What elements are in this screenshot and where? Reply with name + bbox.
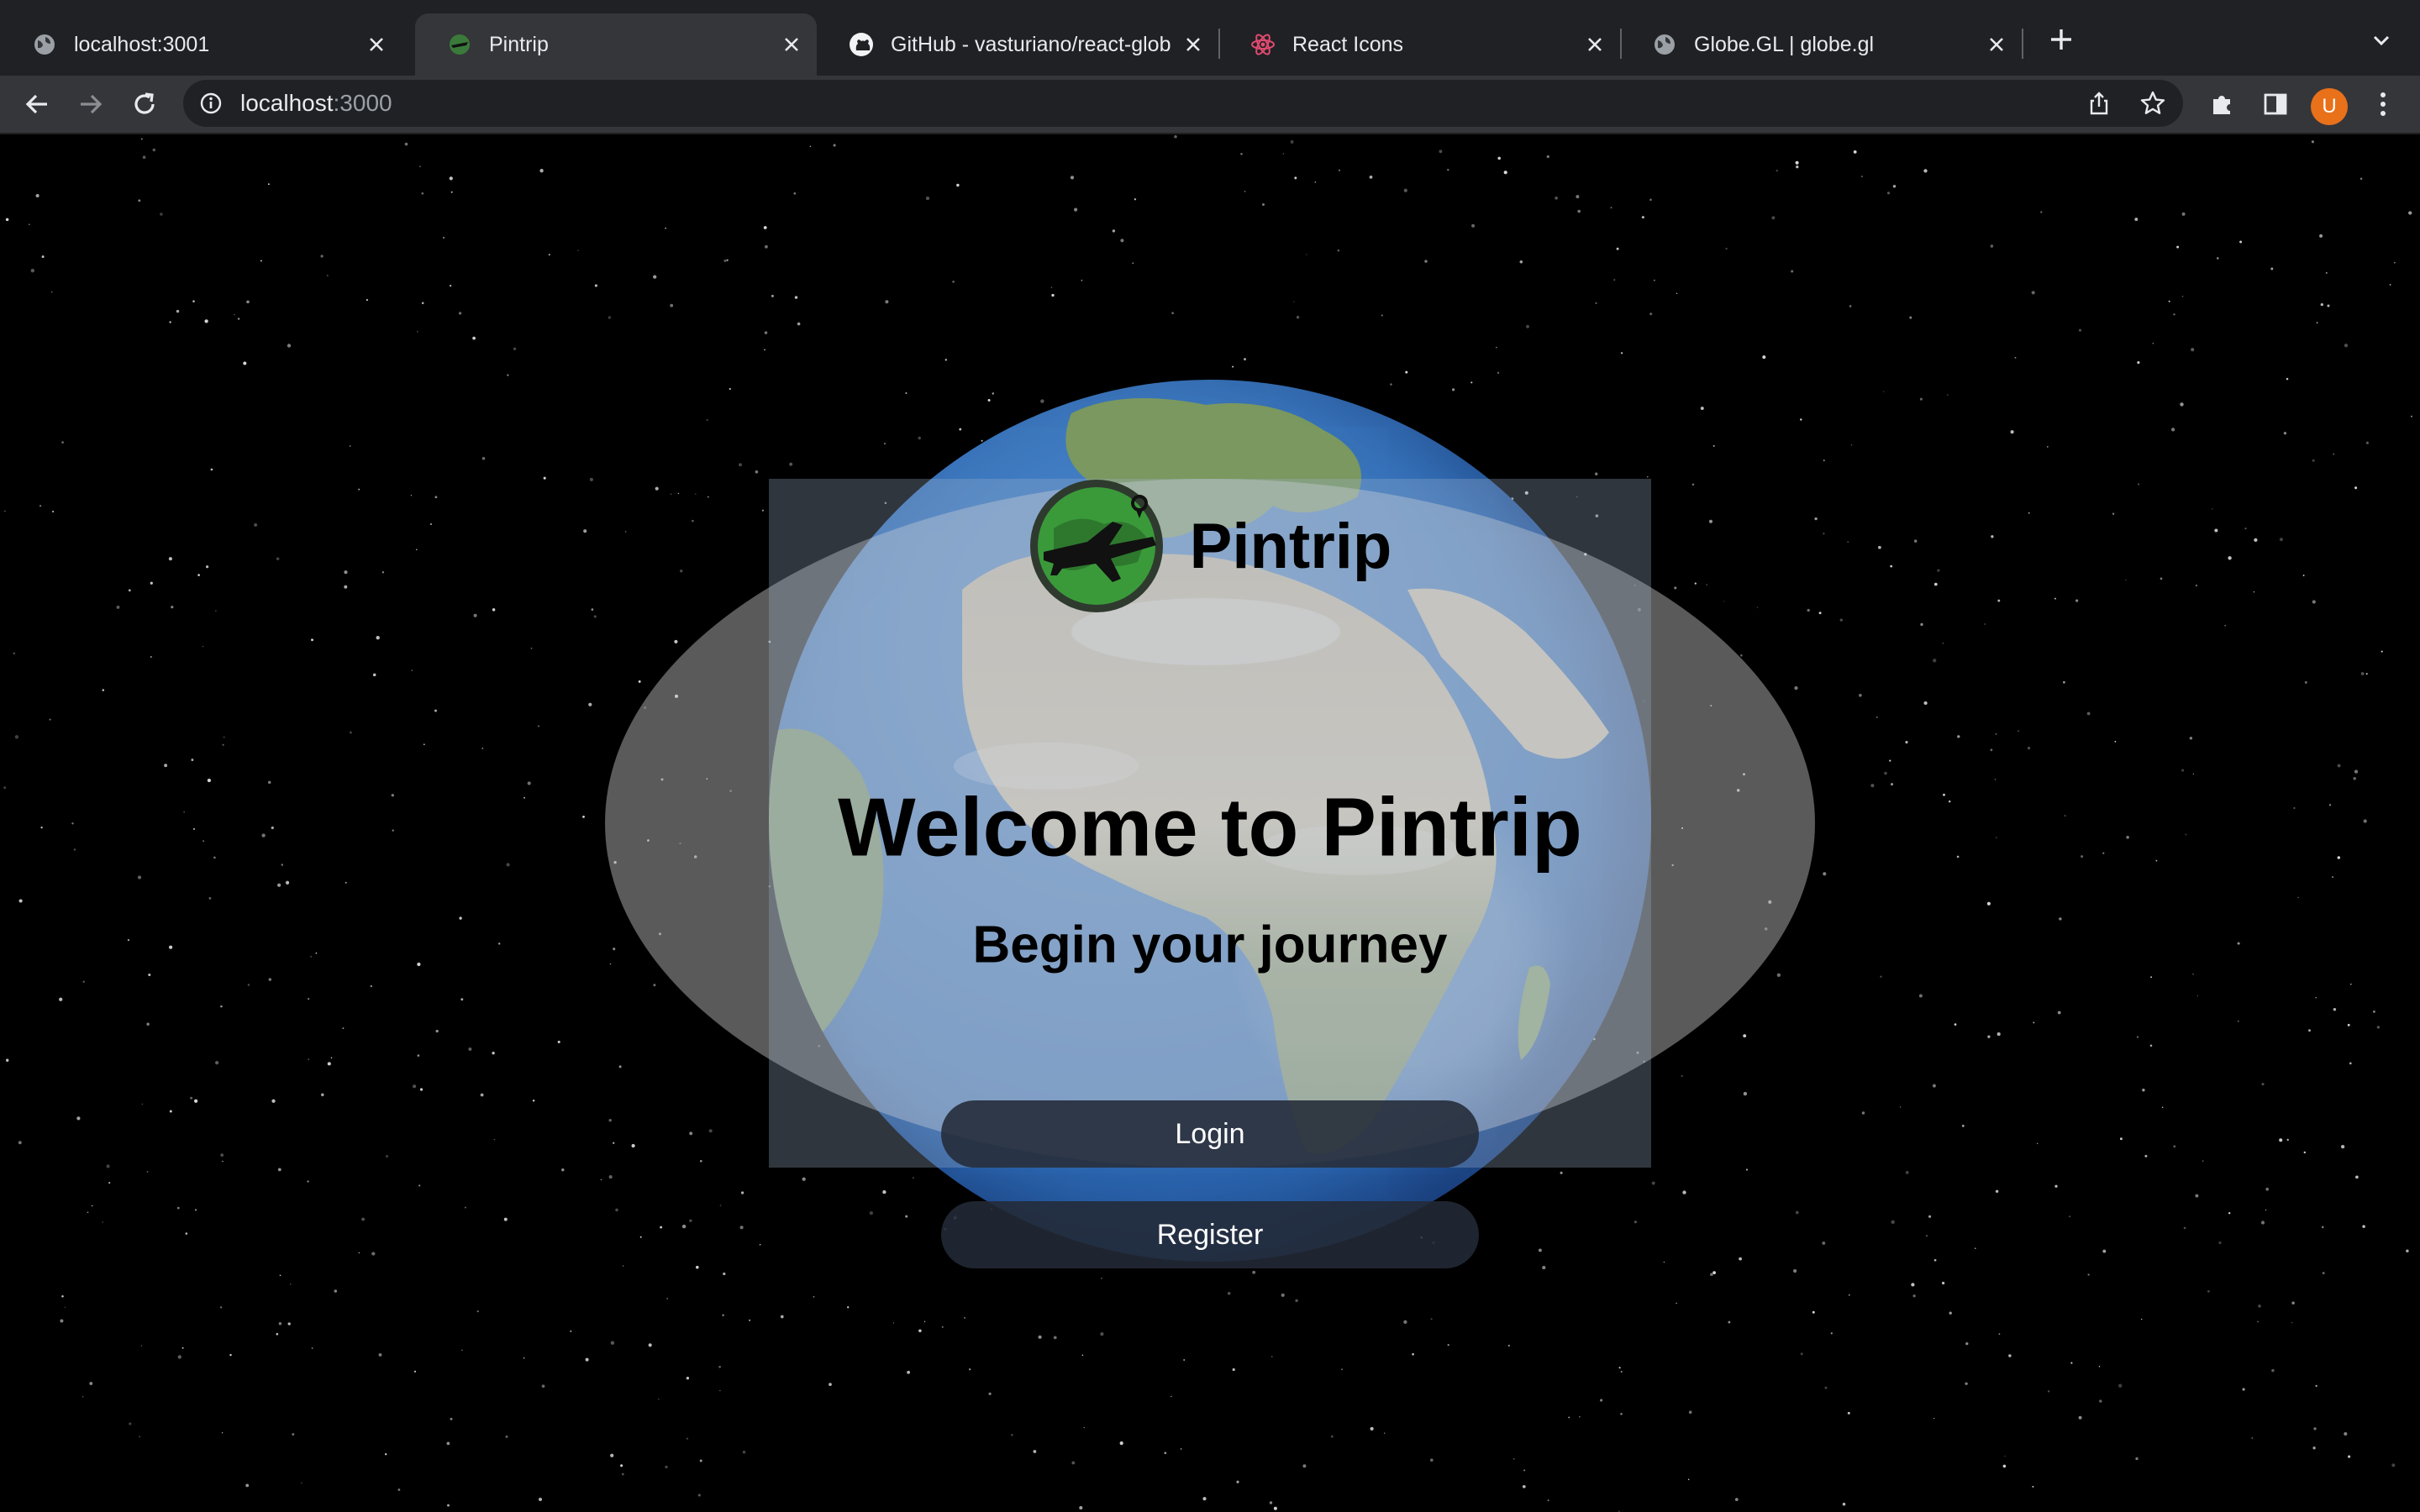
url-host: localhost: [240, 90, 334, 116]
tab-title: localhost:3001: [74, 32, 210, 56]
globe-icon: [32, 32, 57, 57]
arrow-left-icon: [25, 94, 47, 114]
address-url: localhost:3000: [240, 90, 392, 117]
tab-pintrip[interactable]: Pintrip: [415, 13, 817, 76]
browser-toolbar: localhost:3000 U: [0, 76, 2420, 134]
side-panel-button[interactable]: [2259, 87, 2292, 121]
tab-strip: localhost:3001 Pintrip GitHub - vasturia…: [0, 0, 2420, 76]
brand-name: Pintrip: [1189, 510, 1392, 582]
close-icon[interactable]: [1578, 28, 1612, 61]
tab-title: React Icons: [1292, 32, 1404, 56]
tab-react-icons[interactable]: React Icons: [1218, 13, 1620, 76]
bookmark-star-icon[interactable]: [2138, 88, 2168, 118]
close-icon[interactable]: [360, 28, 393, 61]
profile-avatar[interactable]: U: [2311, 88, 2348, 125]
tab-title: GitHub - vasturiano/react-glob: [891, 32, 1171, 56]
browser-menu-button[interactable]: [2366, 87, 2400, 121]
extensions-button[interactable]: [2205, 87, 2238, 121]
share-icon[interactable]: [2084, 88, 2114, 118]
close-icon[interactable]: [775, 28, 808, 61]
more-vertical-icon: [2381, 92, 2386, 116]
brand-header: Pintrip: [769, 479, 1651, 613]
reload-icon: [134, 92, 155, 114]
page-subtitle: Begin your journey: [972, 916, 1448, 974]
back-button[interactable]: [20, 87, 54, 121]
github-icon: [849, 32, 874, 57]
register-button[interactable]: Register: [941, 1201, 1479, 1268]
tab-globe-gl[interactable]: Globe.GL | globe.gl: [1620, 13, 2022, 76]
page-title: Welcome to Pintrip: [838, 780, 1582, 874]
pintrip-logo-icon: [1029, 480, 1163, 612]
arrow-right-icon: [81, 94, 103, 114]
forward-button[interactable]: [74, 87, 108, 121]
page-viewport: Pintrip Welcome to Pintrip Begin your jo…: [0, 134, 2420, 1512]
plus-icon: [2051, 29, 2071, 50]
tab-title: Pintrip: [489, 32, 549, 56]
tab-localhost-3001[interactable]: localhost:3001: [0, 13, 402, 76]
tab-github[interactable]: GitHub - vasturiano/react-glob: [817, 13, 1218, 76]
tab-separator: [2022, 29, 2023, 59]
chevron-down-icon: [2373, 35, 2390, 46]
tab-title: Globe.GL | globe.gl: [1694, 32, 1875, 56]
url-port: :3000: [333, 90, 392, 116]
globe-icon: [1652, 32, 1677, 57]
welcome-card: Pintrip Welcome to Pintrip Begin your jo…: [769, 479, 1651, 1268]
tab-search-button[interactable]: [2366, 25, 2396, 55]
address-bar[interactable]: localhost:3000: [183, 80, 2183, 127]
side-panel-icon: [2264, 93, 2287, 115]
login-button[interactable]: Login: [941, 1100, 1479, 1168]
new-tab-button[interactable]: [2044, 22, 2079, 57]
close-icon[interactable]: [1980, 28, 2013, 61]
site-info-icon[interactable]: [198, 91, 224, 116]
puzzle-icon: [2213, 96, 2230, 114]
react-icon: [1250, 32, 1276, 57]
pintrip-favicon: [447, 32, 472, 57]
close-icon[interactable]: [1176, 28, 1210, 61]
reload-button[interactable]: [128, 87, 161, 121]
